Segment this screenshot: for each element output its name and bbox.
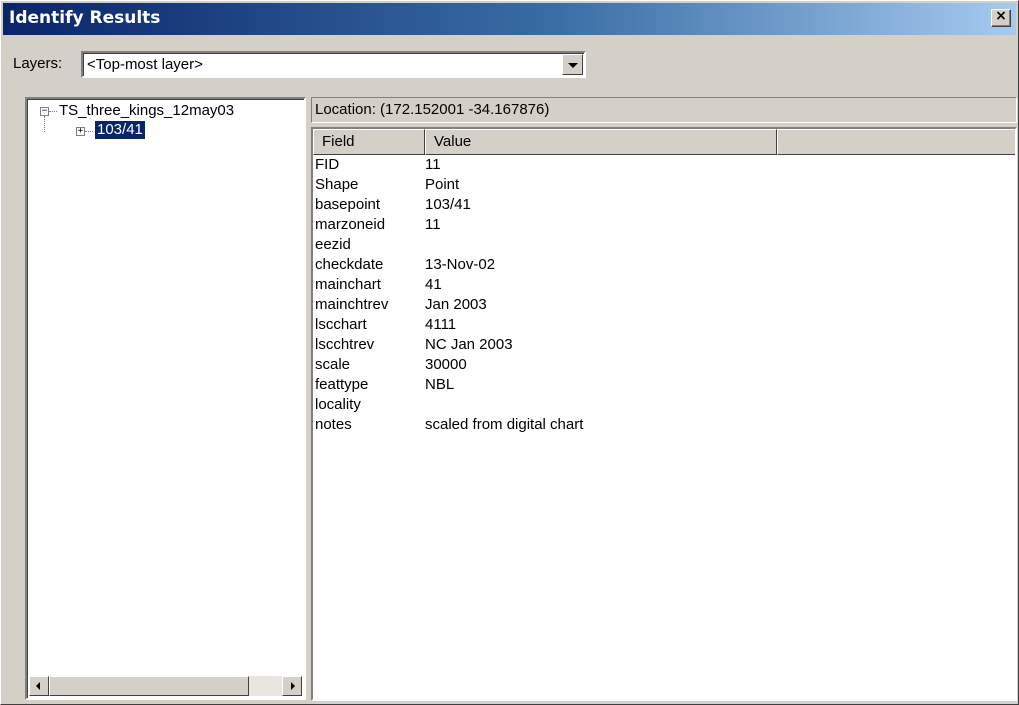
results-tree[interactable]: − TS_three_kings_12may03 + 103/41 bbox=[25, 97, 306, 700]
field-cell: locality bbox=[315, 396, 361, 413]
table-row[interactable]: Shape Point bbox=[313, 175, 1013, 195]
table-row[interactable]: basepoint 103/41 bbox=[313, 195, 1013, 215]
field-cell: mainchtrev bbox=[315, 296, 389, 313]
table-row[interactable]: notes scaled from digital chart bbox=[313, 415, 1013, 435]
field-cell: lscchart bbox=[315, 316, 367, 333]
tree-connector bbox=[49, 111, 57, 112]
scrollbar-thumb[interactable] bbox=[49, 676, 249, 696]
dropdown-arrow-icon[interactable] bbox=[562, 54, 583, 75]
tree-node-layer-label: TS_three_kings_12may03 bbox=[59, 102, 235, 119]
expand-icon[interactable]: + bbox=[76, 127, 85, 136]
value-cell: 30000 bbox=[425, 356, 467, 373]
location-text: Location: (172.152001 -34.167876) bbox=[315, 101, 550, 118]
value-cell: 4111 bbox=[425, 316, 457, 333]
table-row[interactable]: lscchart 4111 bbox=[313, 315, 1013, 335]
window-title: Identify Results bbox=[9, 8, 161, 28]
value-cell: 11 bbox=[425, 156, 441, 173]
field-cell: FID bbox=[315, 156, 340, 173]
field-cell: lscchtrev bbox=[315, 336, 375, 353]
attribute-table[interactable]: Field Value FID 11 Shape Point basepoint 103/… bbox=[311, 127, 1017, 701]
field-cell: basepoint bbox=[315, 196, 381, 213]
table-row[interactable]: checkdate 13-Nov-02 bbox=[313, 255, 1013, 275]
table-row[interactable]: marzoneid 11 bbox=[313, 215, 1013, 235]
column-header-empty bbox=[777, 129, 1015, 155]
field-cell: notes bbox=[315, 416, 352, 433]
value-cell: 103/41 bbox=[425, 196, 471, 213]
tree-node-feature-label: 103/41 bbox=[94, 120, 146, 140]
table-row[interactable]: scale 30000 bbox=[313, 355, 1013, 375]
column-header-field[interactable]: Field bbox=[313, 129, 425, 155]
table-row[interactable]: eezid bbox=[313, 235, 1013, 255]
value-cell: 13-Nov-02 bbox=[425, 256, 496, 273]
scroll-left-icon[interactable] bbox=[29, 676, 49, 696]
close-icon: × bbox=[995, 8, 1007, 24]
table-row[interactable]: lscchtrev NC Jan 2003 bbox=[313, 335, 1013, 355]
field-cell: eezid bbox=[315, 236, 351, 253]
field-cell: marzoneid bbox=[315, 216, 386, 233]
value-cell: 41 bbox=[425, 276, 442, 293]
scroll-right-icon[interactable] bbox=[282, 676, 302, 696]
value-cell: NBL bbox=[425, 376, 455, 393]
field-cell: feattype bbox=[315, 376, 369, 393]
table-row[interactable]: mainchtrev Jan 2003 bbox=[313, 295, 1013, 315]
collapse-icon[interactable]: − bbox=[40, 107, 49, 116]
value-cell: scaled from digital chart bbox=[425, 416, 584, 433]
layers-selected-value: <Top-most layer> bbox=[87, 56, 203, 73]
value-cell: Jan 2003 bbox=[425, 296, 487, 313]
table-row[interactable]: FID 11 bbox=[313, 155, 1013, 175]
tree-connector bbox=[44, 116, 45, 132]
column-header-value[interactable]: Value bbox=[425, 129, 777, 155]
field-cell: Shape bbox=[315, 176, 359, 193]
table-row[interactable]: locality bbox=[313, 395, 1013, 415]
value-cell: 11 bbox=[425, 216, 441, 233]
location-bar: Location: (172.152001 -34.167876) bbox=[311, 97, 1017, 123]
value-cell: NC Jan 2003 bbox=[425, 336, 513, 353]
horizontal-scrollbar[interactable] bbox=[29, 676, 302, 696]
value-cell: Point bbox=[425, 176, 460, 193]
field-cell: mainchart bbox=[315, 276, 381, 293]
layers-label: Layers: bbox=[13, 55, 63, 72]
close-button[interactable]: × bbox=[991, 8, 1011, 27]
field-cell: checkdate bbox=[315, 256, 384, 273]
title-bar[interactable]: Identify Results × bbox=[3, 3, 1016, 35]
layers-dropdown[interactable]: <Top-most layer> bbox=[81, 51, 586, 78]
tree-connector bbox=[85, 131, 93, 132]
table-row[interactable]: feattype NBL bbox=[313, 375, 1013, 395]
table-row[interactable]: mainchart 41 bbox=[313, 275, 1013, 295]
identify-results-window: Identify Results × Layers: <Top-most lay… bbox=[0, 0, 1019, 705]
field-cell: scale bbox=[315, 356, 351, 373]
